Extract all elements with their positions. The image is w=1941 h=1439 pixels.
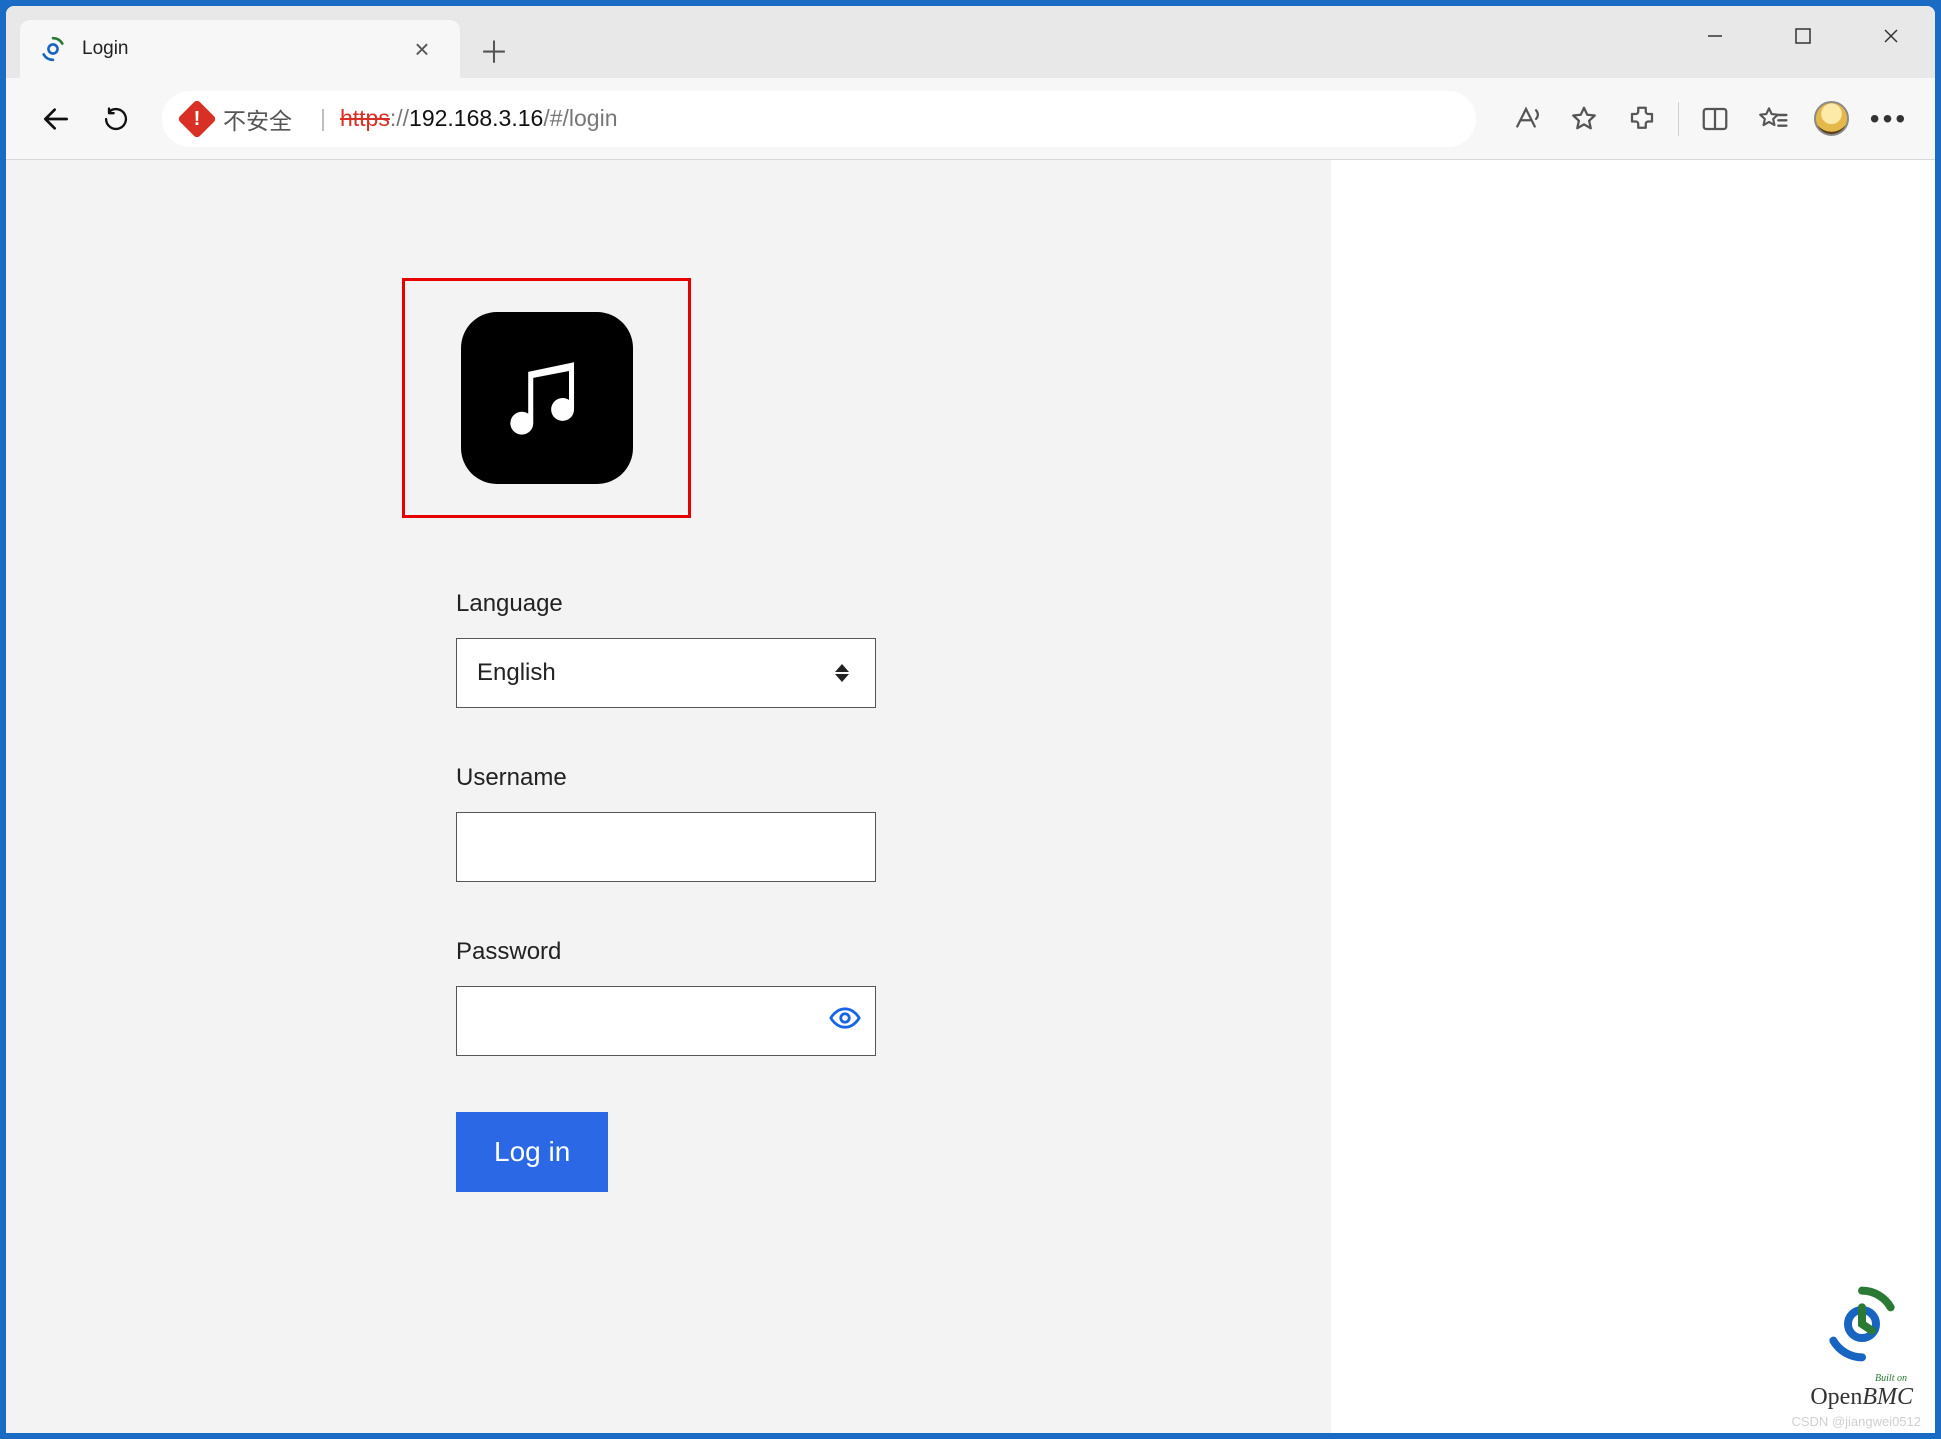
tab-strip: Login × ＋ — [6, 6, 1935, 78]
openbmc-badge: Built on OpenBMC — [1810, 1284, 1913, 1411]
read-aloud-icon[interactable] — [1500, 93, 1552, 145]
favorite-star-icon[interactable] — [1558, 93, 1610, 145]
language-value: English — [477, 639, 556, 707]
login-form: Language English Username Password — [456, 590, 876, 1192]
window-minimize-button[interactable] — [1671, 6, 1759, 66]
openbmc-text: Built on OpenBMC — [1810, 1373, 1913, 1411]
select-arrows-icon — [835, 639, 855, 707]
security-label: 不安全 — [223, 102, 292, 136]
browser-toolbar: 不安全 | https://192.168.3.16/#/login — [6, 78, 1935, 160]
browser-tab[interactable]: Login × — [20, 20, 460, 78]
watermark-text: CSDN @jiangwei0512 — [1791, 1414, 1921, 1429]
window-close-button[interactable] — [1847, 6, 1935, 66]
split-screen-icon[interactable] — [1689, 93, 1741, 145]
username-label: Username — [456, 764, 876, 792]
show-password-icon[interactable] — [828, 1001, 862, 1041]
url-text: https://192.168.3.16/#/login — [340, 105, 618, 132]
username-input[interactable] — [456, 812, 876, 882]
openbmc-logo-icon — [1822, 1284, 1902, 1364]
password-group: Password — [456, 938, 876, 1056]
window-maximize-button[interactable] — [1759, 6, 1847, 66]
page-content: Language English Username Password — [6, 160, 1935, 1433]
login-button[interactable]: Log in — [456, 1112, 608, 1192]
address-bar[interactable]: 不安全 | https://192.168.3.16/#/login — [162, 91, 1476, 147]
username-group: Username — [456, 764, 876, 882]
profile-avatar[interactable] — [1805, 93, 1857, 145]
refresh-button[interactable] — [86, 89, 146, 149]
password-label: Password — [456, 938, 876, 966]
tab-close-icon[interactable]: × — [408, 34, 436, 65]
back-button[interactable] — [26, 89, 86, 149]
page-right-panel: Built on OpenBMC CSDN @jiangwei0512 — [1331, 160, 1935, 1433]
address-divider: | — [320, 105, 326, 132]
tab-title: Login — [82, 38, 129, 60]
favorites-list-icon[interactable] — [1747, 93, 1799, 145]
music-app-icon — [461, 312, 633, 484]
logo-frame — [402, 278, 691, 518]
more-menu-icon[interactable]: ••• — [1863, 93, 1915, 145]
language-select[interactable]: English — [456, 638, 876, 708]
language-label: Language — [456, 590, 876, 618]
toolbar-separator — [1678, 102, 1679, 136]
new-tab-button[interactable]: ＋ — [468, 24, 520, 76]
toolbar-right: ••• — [1500, 93, 1915, 145]
browser-window: Login × ＋ 不安全 | https — [6, 6, 1935, 1433]
language-group: Language English — [456, 590, 876, 708]
tab-favicon-icon — [40, 36, 66, 62]
page-left-panel: Language English Username Password — [6, 160, 1331, 1433]
password-input[interactable] — [456, 986, 876, 1056]
extensions-icon[interactable] — [1616, 93, 1668, 145]
window-controls — [1671, 6, 1935, 66]
insecure-warning-icon — [177, 99, 217, 139]
